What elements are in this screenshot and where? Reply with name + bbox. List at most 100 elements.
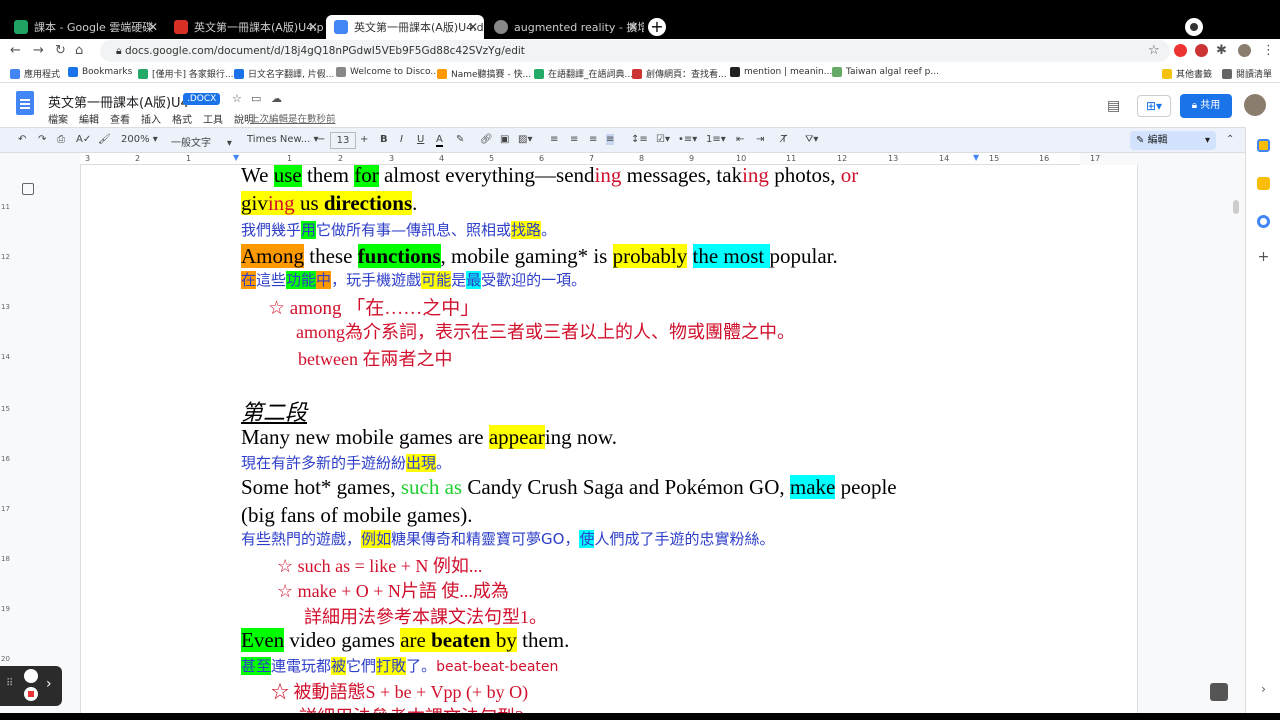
drag-handle-icon[interactable]: ⠿	[6, 678, 13, 689]
pause-button[interactable]	[24, 669, 38, 683]
avatar[interactable]	[1244, 94, 1266, 116]
scrollbar-thumb[interactable]	[1233, 200, 1239, 214]
text-color-icon[interactable]: A	[436, 134, 443, 147]
bulleted-list-icon[interactable]: •≡▾	[678, 134, 697, 145]
menu-icon[interactable]: ⋮	[1262, 43, 1275, 58]
star-icon[interactable]: ☆	[1148, 43, 1160, 58]
close-icon[interactable]: ✕	[308, 20, 318, 34]
bookmark-item[interactable]: Name聽搞賽 - 快...	[437, 67, 531, 80]
last-edit-link[interactable]: 上次編輯是在數秒前	[250, 111, 336, 125]
reload-icon[interactable]: ↻	[55, 43, 66, 58]
comments-icon[interactable]: ▤	[1107, 98, 1120, 114]
image-icon[interactable]: ▨▾	[518, 134, 532, 145]
menu-format[interactable]: 格式	[172, 111, 192, 126]
clear-formatting-icon[interactable]: T̸	[781, 134, 787, 145]
edit-mode-select[interactable]: ✎ 編輯 ▾	[1130, 131, 1216, 150]
align-right-icon[interactable]: ≡	[589, 134, 597, 145]
tasks-icon[interactable]	[1257, 215, 1270, 228]
menu-insert[interactable]: 插入	[141, 111, 161, 126]
right-indent-marker[interactable]: ▼	[973, 153, 979, 162]
bookmark-item[interactable]: 在語翻譯_在語詞典...	[534, 67, 633, 80]
bookmark-item[interactable]: [僅用卡] 各家銀行...	[138, 67, 233, 80]
tab-docx[interactable]: 英文第一冊課本(A版)U4.docx - ✕	[326, 15, 484, 39]
extension-icon[interactable]	[1195, 44, 1208, 57]
docs-logo-icon[interactable]	[16, 91, 34, 115]
bookmark-item[interactable]: mention | meanin...	[730, 67, 832, 77]
bookmark-folder[interactable]: 其他書籤	[1162, 67, 1212, 80]
cloud-status-icon[interactable]: ☁	[271, 92, 282, 105]
present-button[interactable]: ⊞▾	[1137, 95, 1171, 117]
bookmark-item[interactable]: 日文名字翻譯, 片假...	[234, 67, 334, 80]
numbered-list-icon[interactable]: 1≡▾	[706, 134, 726, 145]
menu-edit[interactable]: 編輯	[79, 111, 99, 126]
back-icon[interactable]: ←	[10, 43, 21, 58]
spellcheck-icon[interactable]: A✓	[76, 134, 91, 145]
explore-icon[interactable]	[1210, 683, 1228, 701]
underline-icon[interactable]: U	[417, 134, 424, 145]
tab-search-icon[interactable]	[1185, 18, 1203, 36]
highlight-run: 找路	[511, 221, 542, 239]
home-icon[interactable]: ⌂	[75, 43, 83, 58]
font-size-increase[interactable]: +	[360, 134, 368, 145]
align-center-icon[interactable]: ≡	[570, 134, 578, 145]
add-on-plus-icon[interactable]: +	[1257, 250, 1270, 264]
font-select[interactable]: Times New... ▾	[247, 134, 319, 145]
comment-add-icon[interactable]: ▣	[500, 134, 509, 145]
redo-icon[interactable]: ↷	[38, 134, 46, 145]
style-select[interactable]: 一般文字 ▾	[171, 134, 232, 149]
extension-icon[interactable]	[1174, 44, 1187, 57]
bookmark-item[interactable]: 創傳網頁：查找看...	[632, 67, 727, 80]
align-justify-icon[interactable]: ≡	[606, 134, 615, 145]
bookmark-item[interactable]: 應用程式	[10, 67, 60, 80]
tab-ar[interactable]: augmented reality - 擴增實境與 ✕	[486, 15, 644, 39]
decrease-indent-icon[interactable]: ⇤	[736, 134, 744, 145]
text-line: (big fans of mobile games).	[241, 503, 473, 527]
move-folder-icon[interactable]: ▭	[251, 92, 261, 105]
left-indent-marker[interactable]: ▼	[233, 153, 239, 162]
link-icon[interactable]: 🔗︎	[480, 134, 493, 145]
keep-icon[interactable]	[1257, 177, 1270, 190]
new-tab-button[interactable]: +	[648, 18, 666, 36]
highlight-icon[interactable]: ✎	[456, 134, 464, 145]
bold-icon[interactable]: B	[380, 134, 388, 145]
line-spacing-icon[interactable]: ↕≡	[631, 134, 648, 145]
document-title[interactable]: 英文第一冊課本(A版)U4	[48, 92, 189, 111]
close-icon[interactable]: ✕	[148, 20, 158, 34]
puzzle-icon[interactable]: ✱	[1216, 43, 1227, 58]
stop-button[interactable]	[24, 687, 38, 701]
paint-format-icon[interactable]: 🖌︎	[98, 134, 111, 145]
document-page[interactable]: We use them for almost everything—sendin…	[80, 165, 1138, 713]
menu-view[interactable]: 查看	[110, 111, 130, 126]
tab-drive[interactable]: 課本 - Google 雲端硬碟 ✕	[6, 15, 164, 39]
italic-icon[interactable]: I	[400, 134, 403, 145]
font-size-input[interactable]: 13	[330, 132, 356, 149]
close-icon[interactable]: ✕	[468, 20, 478, 34]
bookmark-item[interactable]: Taiwan algal reef p...	[832, 67, 939, 77]
bookmark-item[interactable]: Welcome to Disco...	[336, 67, 439, 77]
increase-indent-icon[interactable]: ⇥	[756, 134, 764, 145]
profile-avatar[interactable]	[1238, 44, 1251, 57]
close-icon[interactable]: ✕	[628, 20, 638, 34]
reading-list[interactable]: 閱讀清單	[1222, 67, 1272, 80]
chevron-right-icon[interactable]: ›	[46, 676, 52, 692]
ruler-bar[interactable]: 3 2 1 1 2 3 4 5 6 7 8 9 10 11 12 13 14 1…	[80, 153, 1100, 165]
align-left-icon[interactable]: ≡	[550, 134, 558, 145]
chevron-up-icon[interactable]: ⌃	[1226, 134, 1234, 145]
url-input[interactable]: 🔒︎ docs.google.com/document/d/18j4gQ18nP…	[100, 40, 1170, 62]
font-size-decrease[interactable]: −	[317, 134, 325, 145]
star-icon[interactable]: ☆	[232, 92, 242, 105]
menu-tools[interactable]: 工具	[203, 111, 223, 126]
chevron-right-icon[interactable]: ›	[1257, 682, 1270, 696]
input-tools-icon[interactable]: ⛛▾	[805, 134, 818, 145]
document-outline-icon[interactable]	[22, 183, 34, 195]
menu-file[interactable]: 檔案	[48, 111, 68, 126]
share-button[interactable]: 🔒︎ 共用	[1180, 94, 1232, 118]
print-icon[interactable]: ⎙	[57, 134, 65, 145]
tab-pdf[interactable]: 英文第一冊課本(A版)U4.pdf - La ✕	[166, 15, 324, 39]
checklist-icon[interactable]: ☑▾	[656, 134, 670, 145]
bookmark-item[interactable]: Bookmarks	[68, 67, 132, 77]
undo-icon[interactable]: ↶	[18, 134, 26, 145]
forward-icon[interactable]: →	[33, 43, 44, 58]
zoom-select[interactable]: 200% ▾	[121, 134, 158, 145]
calendar-icon[interactable]	[1257, 139, 1270, 152]
